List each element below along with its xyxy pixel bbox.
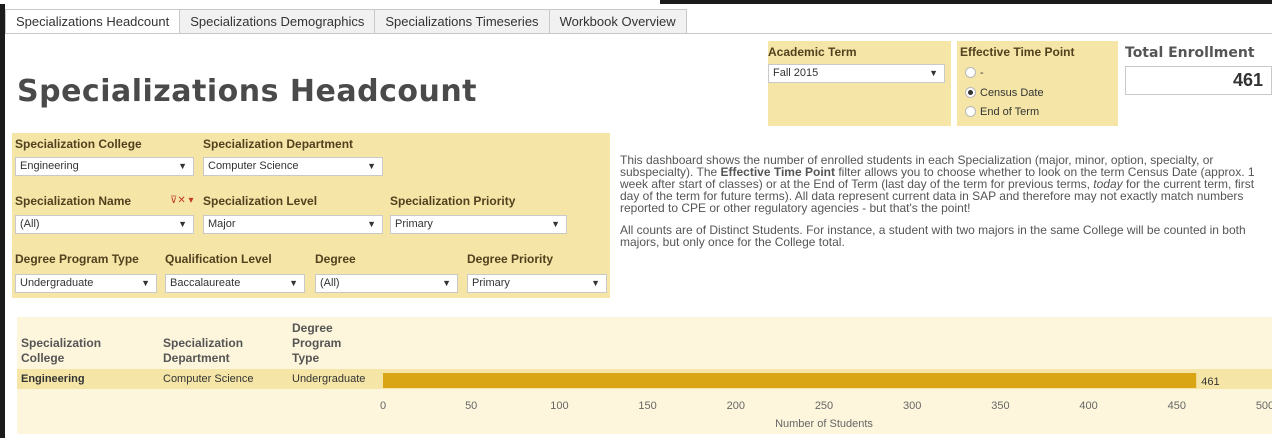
degree-priority-filter-value: Primary <box>472 277 510 289</box>
chevron-down-icon: ▼ <box>551 219 560 229</box>
column-header-college: Specialization College <box>21 336 102 365</box>
degree-filter-select[interactable]: (All) ▼ <box>315 274 458 293</box>
academic-term-panel: Academic Term Fall 2015 ▼ <box>768 41 951 126</box>
clear-filter-icon[interactable]: ⊽✕ ▾ <box>170 195 194 206</box>
tab-workbook-overview[interactable]: Workbook Overview <box>549 9 687 34</box>
bar-data-label: 461 <box>1201 376 1219 388</box>
chevron-down-icon: ▼ <box>178 161 187 171</box>
effective-time-point-label: Effective Time Point <box>960 45 1075 59</box>
department-filter-value: Computer Science <box>208 160 299 172</box>
level-filter-select[interactable]: Major ▼ <box>203 215 383 234</box>
chevron-down-icon: ▼ <box>367 219 376 229</box>
tab-divider <box>5 33 1272 34</box>
row-college: Engineering <box>21 373 85 385</box>
level-filter-label: Specialization Level <box>203 194 318 208</box>
radio-label: Census Date <box>980 87 1044 99</box>
qualification-filter-value: Baccalaureate <box>170 277 241 289</box>
x-tick-label: 100 <box>550 400 568 412</box>
radio-label: End of Term <box>980 106 1040 118</box>
x-tick-label: 150 <box>638 400 656 412</box>
tab-specializations-demographics[interactable]: Specializations Demographics <box>180 9 376 34</box>
level-filter-value: Major <box>208 218 236 230</box>
academic-term-value: Fall 2015 <box>773 67 819 79</box>
tab-bar: Specializations Headcount Specialization… <box>5 9 687 34</box>
program-type-filter-select[interactable]: Undergraduate ▼ <box>15 274 157 293</box>
bar <box>383 373 1197 388</box>
total-enrollment-label: Total Enrollment <box>1125 45 1255 61</box>
x-tick-label: 0 <box>380 400 386 412</box>
academic-term-select[interactable]: Fall 2015 ▼ <box>768 64 945 83</box>
qualification-filter-label: Qualification Level <box>165 252 272 266</box>
degree-filter-label: Degree <box>315 252 356 266</box>
priority-filter-value: Primary <box>395 218 433 230</box>
priority-filter-label: Specialization Priority <box>390 194 516 208</box>
radio-option-end-of-term[interactable]: End of Term <box>965 106 1039 118</box>
chevron-down-icon: ▼ <box>178 219 187 229</box>
headcount-chart: Specialization College Specialization De… <box>17 317 1272 434</box>
total-enrollment-value: 461 <box>1125 66 1272 95</box>
x-tick-label: 200 <box>727 400 745 412</box>
chevron-down-icon: ▼ <box>591 278 600 288</box>
radio-option-census-date[interactable]: Census Date <box>965 87 1044 99</box>
chevron-down-icon: ▼ <box>141 278 150 288</box>
effective-time-point-panel: Effective Time Point - Census Date End o… <box>957 41 1118 126</box>
program-type-filter-label: Degree Program Type <box>15 252 139 266</box>
radio-option-dash[interactable]: - <box>965 67 984 79</box>
degree-priority-filter-label: Degree Priority <box>467 252 554 266</box>
radio-selected-icon <box>965 87 976 98</box>
x-tick-label: 400 <box>1079 400 1097 412</box>
bar-plot: 461 0 50 100 150 200 250 300 350 400 450 500 Number … <box>380 373 1272 430</box>
description-paragraph-1: This dashboard shows the number of enrol… <box>620 154 1270 214</box>
department-filter-label: Specialization Department <box>203 137 354 151</box>
college-filter-label: Specialization College <box>15 137 142 151</box>
chevron-down-icon: ▼ <box>929 68 938 78</box>
college-filter-value: Engineering <box>20 160 79 172</box>
department-filter-select[interactable]: Computer Science ▼ <box>203 157 383 176</box>
dashboard-description: This dashboard shows the number of enrol… <box>620 154 1270 258</box>
degree-filter-value: (All) <box>320 277 340 289</box>
x-tick-label: 300 <box>903 400 921 412</box>
x-tick-label: 450 <box>1168 400 1186 412</box>
page-title: Specializations Headcount <box>17 74 478 109</box>
program-type-filter-value: Undergraduate <box>20 277 94 289</box>
dashboard: Specializations Headcount Specialization… <box>5 4 1272 438</box>
name-filter-label: Specialization Name <box>15 194 132 208</box>
chevron-down-icon: ▼ <box>289 278 298 288</box>
priority-filter-select[interactable]: Primary ▼ <box>390 215 567 234</box>
x-tick-label: 50 <box>465 400 477 412</box>
column-header-program-type: Degree Program Type <box>292 321 342 365</box>
radio-icon <box>965 106 976 117</box>
x-tick-label: 350 <box>991 400 1009 412</box>
filter-panel: Specialization College Engineering ▼ Spec… <box>12 133 610 298</box>
x-tick-label: 500 <box>1256 400 1272 412</box>
x-tick-label: 250 <box>815 400 833 412</box>
radio-label: - <box>980 67 984 79</box>
row-department: Computer Science <box>163 373 254 385</box>
radio-icon <box>965 67 976 78</box>
qualification-filter-select[interactable]: Baccalaureate ▼ <box>165 274 305 293</box>
chevron-down-icon: ▼ <box>442 278 451 288</box>
name-filter-value: (All) <box>20 218 40 230</box>
degree-priority-filter-select[interactable]: Primary ▼ <box>467 274 607 293</box>
description-paragraph-2: All counts are of Distinct Students. For… <box>620 223 1246 249</box>
x-axis-label: Number of Students <box>775 418 873 430</box>
academic-term-label: Academic Term <box>768 45 857 59</box>
tab-specializations-timeseries[interactable]: Specializations Timeseries <box>375 9 550 34</box>
tab-specializations-headcount[interactable]: Specializations Headcount <box>5 9 181 34</box>
chevron-down-icon: ▼ <box>367 161 376 171</box>
column-header-department: Specialization Department <box>163 336 244 365</box>
name-filter-select[interactable]: (All) ▼ <box>15 215 194 234</box>
college-filter-select[interactable]: Engineering ▼ <box>15 157 194 176</box>
